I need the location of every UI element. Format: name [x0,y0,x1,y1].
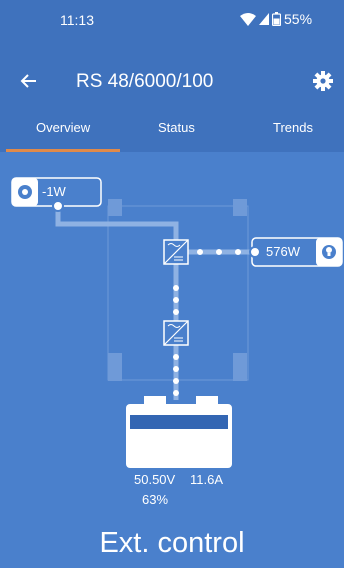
system-diagram: -1W 576W 50.50V 11.6A 63% [0,152,344,568]
input-power-value: -1W [42,184,66,199]
battery-soc: 63% [142,492,169,507]
converter-icon-upper[interactable] [163,239,189,265]
app-bar: RS 48/6000/100 Overview Status Trends [0,42,344,152]
solar-input-icon [18,185,32,199]
status-time: 11:13 [60,12,94,28]
output-power-value: 576W [266,244,300,259]
tab-trends[interactable]: Trends [273,120,313,135]
battery-icon [272,12,281,26]
arrow-left-icon[interactable] [18,70,40,96]
battery-current: 11.6A [190,472,224,487]
signal-icon [259,13,269,25]
converter-icon-lower[interactable] [163,320,189,346]
bulb-icon [322,245,336,259]
battery-percent: 55% [284,11,313,27]
battery-voltage: 50.50V [134,472,176,487]
tab-overview[interactable]: Overview [36,120,90,135]
tab-bar: Overview Status Trends [0,120,344,152]
page-title: RS 48/6000/100 [76,71,214,92]
status-bar: 11:13 55% [0,0,344,42]
battery-charge-band [130,415,228,429]
mode-status-text: Ext. control [99,527,245,559]
battery-graphic[interactable] [126,396,232,468]
tab-status[interactable]: Status [158,120,195,135]
status-icons: 55% [240,11,312,27]
gear-icon[interactable] [312,70,334,96]
wifi-icon [240,12,256,26]
